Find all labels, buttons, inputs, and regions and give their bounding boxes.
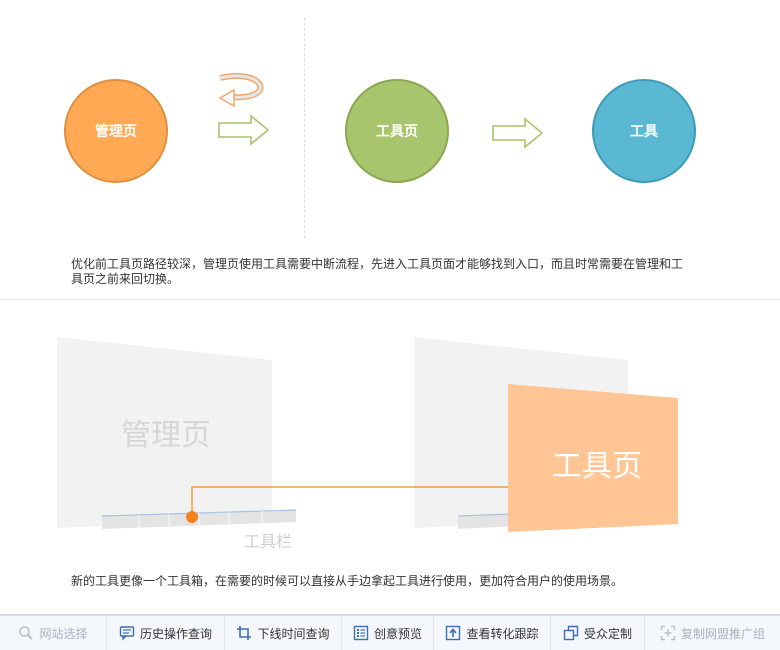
footer-item-label: 复制网盟推广组 — [681, 626, 766, 641]
copy-icon — [563, 625, 579, 641]
manage-panel-label: 管理页 — [121, 418, 211, 453]
list-icon — [353, 625, 369, 641]
add-icon — [660, 625, 676, 641]
footer-creative-preview-button[interactable]: 创意预览 — [342, 616, 434, 650]
footer-copy-group-button[interactable]: 复制网盟推广组 — [645, 616, 780, 650]
caption-top-line1: 优化前工具页路径较深，管理页使用工具需要中断流程，先进入工具页面才能够找到入口，… — [71, 257, 684, 271]
footer-history-query-button[interactable]: 历史操作查询 — [107, 616, 225, 650]
footer-item-label: 网站选择 — [39, 626, 88, 641]
chat-icon — [119, 626, 135, 641]
bottom-illustration — [57, 337, 678, 532]
loop-arrow-icon — [218, 72, 264, 108]
circle-tool-page-label: 工具页 — [376, 124, 418, 140]
caption-bottom: 新的工具更像一个工具箱，在需要的时候可以直接从手边拿起工具进行使用，更加符合用户… — [71, 574, 624, 588]
footer-offline-time-button[interactable]: 下线时间查询 — [225, 616, 342, 650]
footer-toolbar: 网站选择 历史操作查询 下线时间查询 创意预览 查看转化跟踪 受众定制 复制网盟… — [0, 614, 780, 650]
arrow-right-icon — [218, 114, 270, 146]
crop-icon — [237, 626, 252, 640]
footer-item-label: 下线时间查询 — [257, 626, 330, 641]
toolbar-dot — [186, 511, 198, 523]
footer-item-label: 历史操作查询 — [139, 626, 212, 641]
footer-conversion-tracking-button[interactable]: 查看转化跟踪 — [434, 616, 551, 650]
toolbar-label: 工具栏 — [244, 532, 293, 551]
footer-site-select-button[interactable]: 网站选择 — [0, 616, 107, 650]
footer-item-label: 创意预览 — [373, 626, 422, 641]
circle-manage-page: 管理页 — [64, 79, 168, 183]
caption-top: 优化前工具页路径较深，管理页使用工具需要中断流程，先进入工具页面才能够找到入口，… — [71, 257, 701, 287]
divider-vertical — [304, 18, 305, 238]
search-icon — [19, 626, 34, 640]
circle-manage-label: 管理页 — [95, 124, 137, 140]
footer-item-label: 受众定制 — [583, 626, 632, 641]
footer-audience-custom-button[interactable]: 受众定制 — [551, 616, 645, 650]
circle-tool-label: 工具 — [630, 124, 658, 140]
circle-tool: 工具 — [592, 79, 696, 183]
circle-tool-page: 工具页 — [345, 79, 449, 183]
arrow-right-icon — [492, 117, 544, 149]
caption-top-line2: 具页之前来回切换。 — [71, 272, 180, 286]
upload-icon — [446, 625, 461, 641]
footer-item-label: 查看转化跟踪 — [466, 626, 539, 641]
tool-page-panel-label: 工具页 — [552, 449, 642, 484]
